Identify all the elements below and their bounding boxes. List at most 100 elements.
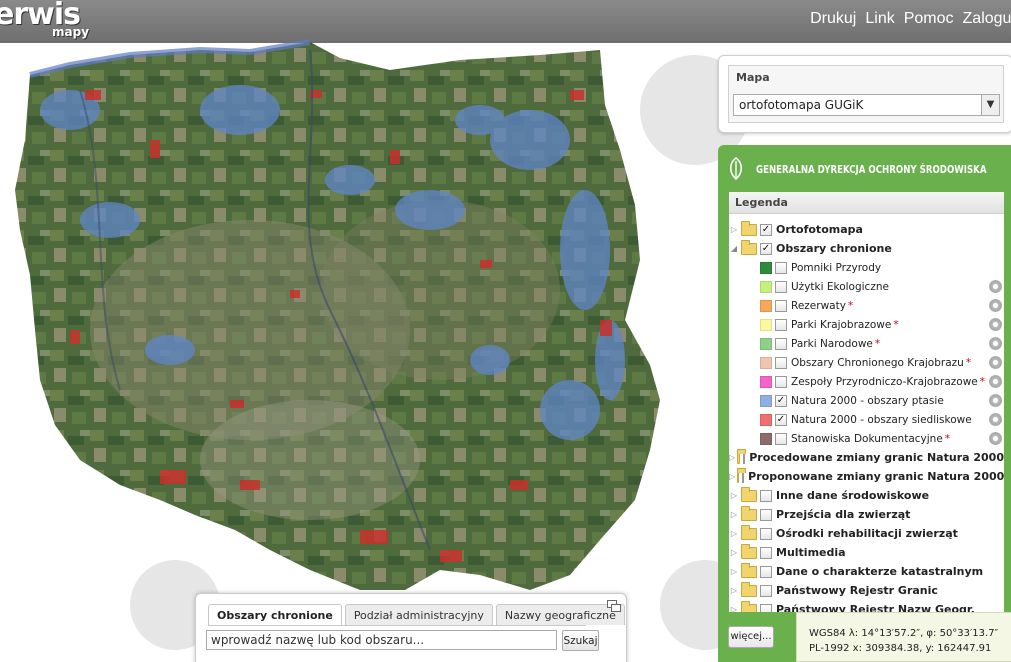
gear-icon[interactable]: [989, 318, 1002, 331]
tab-divider: [208, 625, 586, 626]
expand-icon[interactable]: ▷: [729, 453, 735, 462]
legend-label: Procedowane zmiany granic Natura 2000: [749, 451, 1004, 464]
layer-checkbox[interactable]: [775, 280, 787, 293]
layer-checkbox[interactable]: [760, 527, 772, 540]
legend-group[interactable]: ▷ Przejścia dla zwierząt: [729, 505, 1004, 524]
search-input[interactable]: [206, 630, 557, 650]
layer-checkbox[interactable]: [775, 318, 787, 331]
legend-layer[interactable]: Parki Krajobrazowe *: [729, 315, 1004, 334]
coordinates-readout: WGS84 λ: 14°13′57.2″, φ: 50°33′13.7″ PL-…: [796, 612, 1011, 662]
required-mark: *: [893, 318, 899, 331]
legend-layer[interactable]: Stanowiska Dokumentacyjne *: [729, 429, 1004, 448]
layer-checkbox[interactable]: [775, 356, 787, 369]
layer-checkbox[interactable]: [760, 584, 772, 597]
search-tabs: Obszary chronione Podział administracyjn…: [208, 604, 625, 625]
popout-icon[interactable]: [607, 600, 621, 612]
legend-swatch: [760, 375, 772, 388]
legend-layer[interactable]: Użytki Ekologiczne: [729, 277, 1004, 296]
legend-group[interactable]: ▷ Państwowy Rejestr Granic: [729, 581, 1004, 600]
legend-swatch: [760, 337, 772, 350]
layer-checkbox[interactable]: [760, 489, 772, 502]
layer-checkbox[interactable]: [760, 565, 772, 578]
required-mark: *: [944, 432, 951, 445]
layer-checkbox[interactable]: [760, 603, 772, 612]
legend-group[interactable]: ▷ Inne dane środowiskowe: [729, 486, 1004, 505]
folder-icon: [737, 448, 746, 464]
legend-label: Użytki Ekologiczne: [791, 280, 889, 293]
legend-label: Rezerwaty: [791, 299, 846, 312]
layer-checkbox[interactable]: [775, 299, 787, 312]
legend-label: Państwowy Rejestr Nazw Geogr.: [776, 603, 975, 612]
expand-icon[interactable]: ▷: [729, 225, 739, 234]
legend-swatch: [760, 394, 772, 407]
gear-icon[interactable]: [989, 413, 1002, 426]
required-mark: *: [965, 356, 972, 369]
gear-icon[interactable]: [989, 394, 1002, 407]
legend-group[interactable]: ▷ Proponowane zmiany granic Natura 2000: [729, 467, 1004, 486]
legend-layer[interactable]: Obszary Chronionego Krajobrazu *: [729, 353, 1004, 372]
help-link[interactable]: Pomoc: [904, 10, 954, 28]
legend-label: Ośrodki rehabilitacji zwierząt: [776, 527, 958, 540]
print-link[interactable]: Drukuj: [810, 10, 856, 28]
legend-title: Legenda: [729, 192, 1004, 214]
layer-checkbox[interactable]: [775, 432, 787, 445]
gear-icon[interactable]: [989, 432, 1002, 445]
legend-group[interactable]: ▷ ✓ Ortofotomapa: [729, 220, 1004, 239]
legend-layer[interactable]: Pomniki Przyrody: [729, 258, 1004, 277]
legend-group[interactable]: ◢ ✓ Obszary chronione: [729, 239, 1004, 258]
legend-layer[interactable]: Zespoły Przyrodniczo-Krajobrazowe *: [729, 372, 1004, 391]
coordinates-pl1992: PL-1992 x: 309384.38, y: 162447.91: [809, 643, 992, 654]
layer-checkbox[interactable]: [775, 261, 787, 274]
expand-icon[interactable]: ▷: [729, 472, 735, 481]
legend-label: Natura 2000 - obszary siedliskowe: [791, 413, 972, 426]
layer-checkbox[interactable]: ✓: [775, 413, 787, 426]
folder-icon: [741, 543, 757, 559]
layer-checkbox[interactable]: [760, 546, 772, 559]
gear-icon[interactable]: [989, 375, 1002, 388]
legend-label: Stanowiska Dokumentacyjne: [791, 432, 943, 445]
gdos-panel: GENERALNA DYREKCJA OCHRONY ŚRODOWISKA Le…: [718, 145, 1011, 662]
collapse-icon[interactable]: ◢: [729, 244, 739, 253]
login-link[interactable]: Zaloguj: [963, 10, 1011, 28]
link-link[interactable]: Link: [865, 10, 894, 28]
legend-label: Pomniki Przyrody: [791, 261, 882, 274]
tab-administrative-division[interactable]: Podział administracyjny: [344, 604, 493, 625]
chevron-down-icon[interactable]: ▼: [981, 95, 999, 115]
legend-layer[interactable]: ✓ Natura 2000 - obszary siedliskowe: [729, 410, 1004, 429]
legend-layer[interactable]: Parki Narodowe *: [729, 334, 1004, 353]
gear-icon[interactable]: [989, 299, 1002, 312]
layer-checkbox[interactable]: ✓: [775, 394, 787, 407]
layer-checkbox[interactable]: [775, 375, 787, 388]
map-base-select[interactable]: ortofotomapa GUGiK ▼: [733, 94, 1000, 116]
layer-checkbox[interactable]: [775, 337, 787, 350]
expand-icon[interactable]: ▷: [729, 510, 739, 519]
expand-icon[interactable]: ▷: [729, 548, 739, 557]
expand-icon[interactable]: ▷: [729, 586, 739, 595]
required-mark: *: [979, 375, 986, 388]
more-button[interactable]: więcej...: [728, 626, 774, 648]
layer-checkbox[interactable]: [760, 508, 772, 521]
legend-group[interactable]: ▷ Multimedia: [729, 543, 1004, 562]
tab-geographic-names[interactable]: Nazwy geograficzne: [495, 604, 625, 625]
search-button[interactable]: Szukaj: [562, 630, 599, 651]
expand-icon[interactable]: ▷: [729, 567, 739, 576]
legend-group[interactable]: ▷ Państwowy Rejestr Nazw Geogr.: [729, 600, 1004, 612]
expand-icon[interactable]: ▷: [729, 605, 739, 612]
gear-icon[interactable]: [989, 356, 1002, 369]
legend-layer[interactable]: Rezerwaty *: [729, 296, 1004, 315]
expand-icon[interactable]: ▷: [729, 491, 739, 500]
layer-checkbox[interactable]: ✓: [760, 223, 772, 236]
tab-protected-areas[interactable]: Obszary chronione: [208, 604, 342, 625]
logo[interactable]: erwis mapy: [0, 0, 89, 39]
map-canvas[interactable]: [10, 30, 660, 630]
legend-layer[interactable]: ✓ Natura 2000 - obszary ptasie: [729, 391, 1004, 410]
expand-icon[interactable]: ▷: [729, 529, 739, 538]
legend-group[interactable]: ▷ Ośrodki rehabilitacji zwierząt: [729, 524, 1004, 543]
legend-group[interactable]: ▷ Procedowane zmiany granic Natura 2000: [729, 448, 1004, 467]
layer-checkbox[interactable]: ✓: [760, 242, 772, 255]
legend-group[interactable]: ▷ Dane o charakterze katastralnym: [729, 562, 1004, 581]
gear-icon[interactable]: [989, 280, 1002, 293]
legend-label: Obszary chronione: [776, 242, 892, 255]
legend-swatch: [760, 356, 772, 369]
gear-icon[interactable]: [989, 337, 1002, 350]
